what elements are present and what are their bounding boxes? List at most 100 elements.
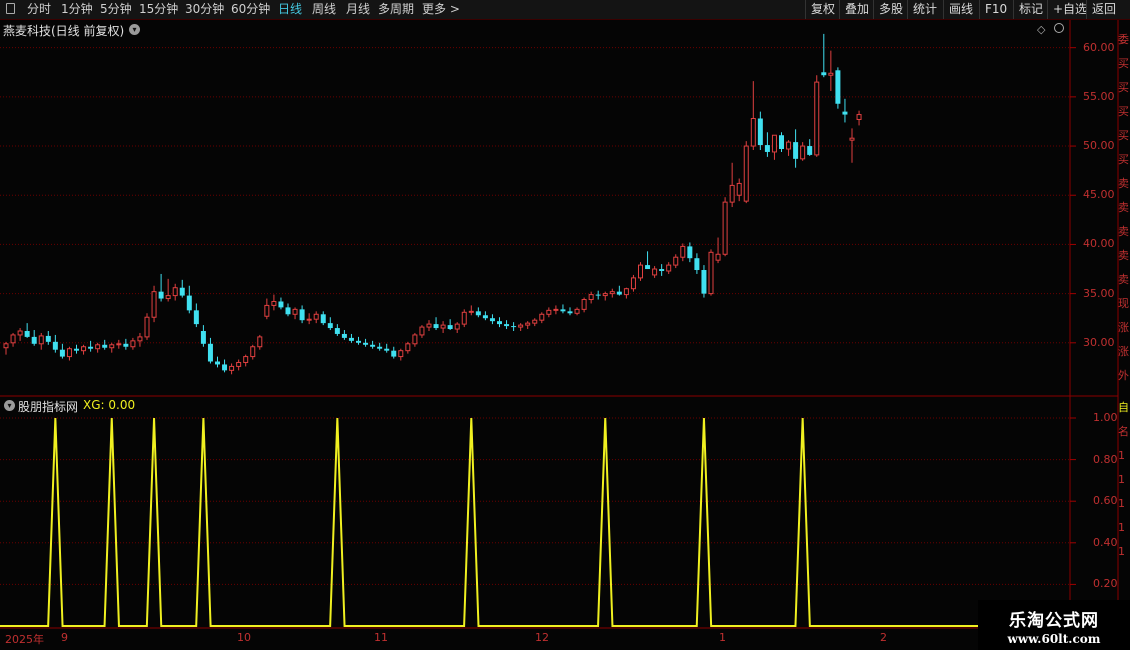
candle-body-down [102, 344, 108, 348]
candle-body-down [616, 291, 622, 295]
candle-body-up [729, 184, 735, 203]
ranking-strip: 自名 1 1 1 1 1 [1118, 396, 1130, 596]
candle-body-up [151, 291, 157, 318]
candle-body-down [497, 321, 502, 325]
candle-body-up [786, 141, 792, 150]
settings-circle-icon[interactable] [1054, 23, 1064, 33]
candle-body-up [292, 308, 298, 315]
price-tick-label: 30.00 [1083, 335, 1115, 349]
price-tick-label: 45.00 [1083, 188, 1115, 202]
candle-body-up [144, 316, 150, 338]
candle-body-up [800, 145, 806, 160]
candle-body-up [525, 322, 531, 326]
candle-body-down [370, 344, 376, 347]
candle-body-down [363, 342, 369, 345]
side-char: 卖 [1118, 201, 1129, 214]
candle-body-up [743, 145, 749, 202]
candle-body-up [95, 344, 101, 350]
indicator-tick-label: 0.20 [1093, 577, 1118, 591]
candle-body-up [81, 346, 87, 352]
side-char: 1 [1118, 449, 1125, 462]
candle-body-up [109, 344, 115, 349]
side-char: 卖 [1118, 177, 1129, 190]
candle-body-down [475, 311, 481, 316]
candle-body-down [31, 336, 37, 344]
candle-body-down [179, 287, 185, 296]
price-tick-label: 55.00 [1083, 89, 1115, 103]
candle-body-down [595, 294, 601, 296]
candle-body-down [334, 328, 340, 334]
candle-body-up [539, 313, 545, 321]
watermark-url: www.60lt.com [1007, 632, 1101, 646]
candle-body-down [821, 72, 827, 76]
side-char: 1 [1118, 473, 1125, 486]
candle-body-up [398, 350, 404, 358]
side-char: 1 [1118, 521, 1125, 534]
candle-body-down [215, 361, 220, 365]
side-char: 涨 [1118, 321, 1129, 334]
candle-body-up [574, 308, 580, 314]
candle-body-down [807, 146, 813, 155]
date-label: 1 [719, 631, 726, 644]
candle-body-down [186, 295, 192, 311]
side-char: 卖 [1118, 273, 1129, 286]
candle-body-up [17, 330, 23, 336]
side-char: 自 [1118, 401, 1129, 414]
candle-body-down [377, 346, 383, 349]
candle-body-up [426, 323, 432, 328]
indicator-value-label: XG: 0.00 [83, 398, 136, 412]
candle-body-up [666, 264, 672, 272]
candle-body-up [257, 336, 263, 348]
candle-body-up [532, 319, 538, 324]
candle-body-down [567, 311, 573, 314]
candle-body-up [165, 295, 171, 300]
side-char: 卖 [1118, 225, 1129, 238]
candle-body-up [264, 304, 270, 317]
indicator-line [0, 417, 1070, 627]
candle-body-up [236, 361, 242, 367]
candle-body-up [440, 324, 446, 329]
candle-body-up [518, 324, 524, 328]
candle-body-down [59, 349, 65, 357]
candle-body-down [447, 325, 453, 330]
side-char: 名 [1118, 425, 1129, 438]
candle-body-up [722, 201, 728, 255]
date-label: 2025年 [5, 633, 44, 646]
candle-body-up [652, 268, 658, 276]
candle-body-up [38, 335, 44, 345]
candle-body-up [250, 346, 256, 358]
diamond-icon[interactable]: ◇ [1037, 23, 1045, 36]
candle-body-down [560, 309, 566, 312]
chevron-down-icon[interactable]: ▾ [129, 24, 140, 35]
candle-body-down [835, 70, 841, 104]
candle-body-down [74, 348, 79, 351]
price-tick-label: 40.00 [1083, 237, 1115, 251]
candle-body-up [229, 365, 235, 371]
candle-body-down [200, 331, 206, 344]
candle-body-up [412, 334, 418, 345]
candle-body-up [638, 264, 643, 279]
candle-body-down [504, 324, 510, 327]
candle-body-down [384, 348, 390, 351]
candle-body-up [602, 293, 608, 297]
side-char: 买 [1118, 129, 1129, 142]
side-char: 卖 [1118, 249, 1129, 262]
candle-body-down [391, 350, 397, 357]
candle-body-down [52, 341, 58, 350]
candle-body-up [461, 311, 467, 325]
chart-canvas[interactable] [0, 0, 1130, 650]
indicator-chevron-icon[interactable]: ▾ [4, 400, 15, 411]
price-tick-label: 60.00 [1083, 40, 1115, 54]
candle-body-up [137, 336, 143, 342]
candle-body-down [285, 307, 291, 315]
indicator-tick-label: 1.00 [1093, 411, 1118, 424]
candle-body-down [701, 270, 707, 294]
candle-body-up [715, 253, 721, 261]
date-label: 9 [61, 631, 68, 644]
side-char: 外 [1118, 369, 1129, 382]
candle-body-down [482, 315, 488, 319]
side-char: 委 [1118, 33, 1129, 46]
indicator-tick-label: 0.40 [1093, 535, 1118, 549]
candle-body-up [3, 343, 9, 349]
candle-body-up [271, 300, 277, 306]
